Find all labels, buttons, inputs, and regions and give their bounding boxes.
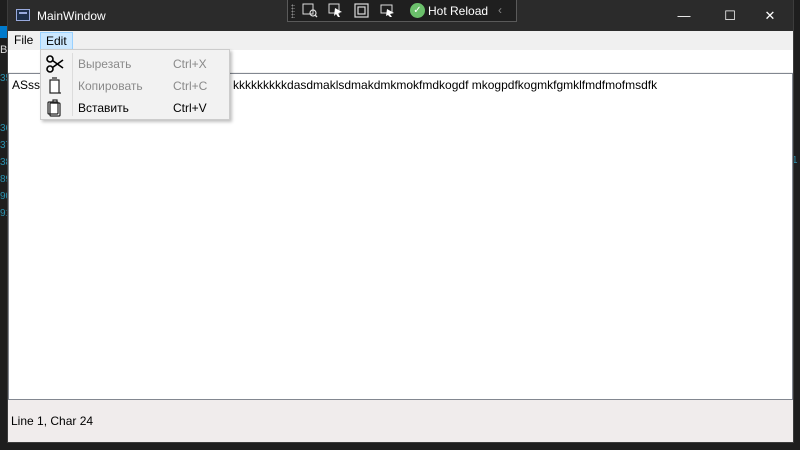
minimize-button[interactable]: — <box>661 0 707 31</box>
menu-item-label: Вставить <box>78 101 129 115</box>
close-button[interactable]: ✕ <box>747 0 793 31</box>
editor-textbox[interactable]: ASsss kkkkkkkkkdasdmaklsdmakdmkmokfmdkogd… <box>8 73 793 400</box>
hot-reload-label[interactable]: Hot Reload <box>428 4 488 18</box>
select-element-icon[interactable] <box>328 3 344 18</box>
menu-item-cut[interactable]: Вырезать Ctrl+X <box>41 53 229 75</box>
toolbar-grip-icon[interactable] <box>291 4 295 18</box>
menu-file[interactable]: File <box>9 32 38 49</box>
status-bar: Line 1, Char 24 <box>8 400 793 442</box>
menu-item-shortcut: Ctrl+X <box>173 57 207 71</box>
menu-bar: File Edit <box>8 31 793 50</box>
menu-item-label: Вырезать <box>78 57 132 71</box>
menu-item-label: Копировать <box>78 79 143 93</box>
menu-item-copy[interactable]: Копировать Ctrl+C <box>41 75 229 97</box>
live-visual-tree-icon[interactable] <box>302 3 318 18</box>
background-tab-marker <box>0 26 8 38</box>
app-icon <box>16 9 30 21</box>
xaml-debug-toolbar: ✓ Hot Reload ‹ <box>287 0 517 22</box>
hot-reload-check-icon: ✓ <box>410 3 425 18</box>
track-focused-element-icon[interactable] <box>380 3 396 18</box>
paste-icon <box>45 99 65 117</box>
edit-menu-dropdown: Вырезать Ctrl+X Копировать Ctrl+C Встави… <box>40 49 230 120</box>
copy-icon <box>45 77 65 95</box>
menu-edit[interactable]: Edit <box>40 32 73 50</box>
menu-item-shortcut: Ctrl+C <box>173 79 208 93</box>
scissors-icon <box>45 55 65 73</box>
cursor-position: Line 1, Char 24 <box>11 414 94 428</box>
editor-text-rest: kkkkkkkkkdasdmaklsdmakdmkmokfmdkogdf mko… <box>233 78 658 92</box>
display-layout-adorners-icon[interactable] <box>354 3 370 18</box>
collapse-toolbar-icon[interactable]: ‹ <box>498 3 502 17</box>
menu-item-paste[interactable]: Вставить Ctrl+V <box>41 97 229 119</box>
window-title: MainWindow <box>37 9 106 23</box>
menu-item-shortcut: Ctrl+V <box>173 101 207 115</box>
